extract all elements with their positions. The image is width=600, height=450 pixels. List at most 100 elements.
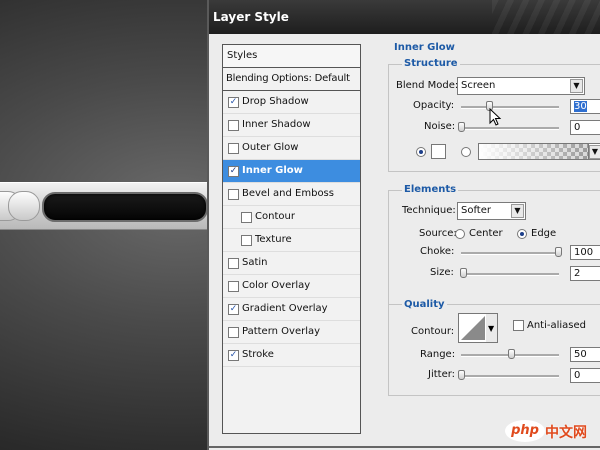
watermark-php: php	[505, 420, 545, 442]
source-center-radio[interactable]	[455, 229, 465, 239]
noise-slider-thumb[interactable]	[458, 122, 465, 132]
inner-glow-title: Inner Glow	[394, 42, 455, 53]
noise-slider-track[interactable]	[461, 127, 559, 130]
source-center-label: Center	[469, 228, 503, 239]
blend-mode-label: Blend Mode:	[396, 80, 459, 91]
noise-value: 0	[574, 122, 581, 133]
contour-linear-icon: ▼	[461, 314, 497, 342]
blend-mode-value: Screen	[461, 80, 496, 91]
size-label: Size:	[430, 267, 454, 278]
style-checkbox-stroke[interactable]: ✓	[228, 350, 239, 361]
style-checkbox-inner-glow[interactable]: ✓	[228, 166, 239, 177]
anti-aliased-checkbox[interactable]	[513, 320, 524, 331]
style-item-inner-shadow[interactable]: Inner Shadow	[223, 114, 360, 137]
chevron-down-icon: ▼	[589, 145, 600, 159]
choke-slider-thumb[interactable]	[555, 247, 562, 257]
source-edge-radio[interactable]	[517, 229, 527, 239]
contour-picker[interactable]: ▼	[458, 313, 498, 343]
blend-mode-select[interactable]: Screen ▼	[457, 77, 585, 95]
source-label: Source:	[419, 228, 457, 239]
size-input[interactable]: 2	[570, 266, 600, 281]
structure-title: Structure	[402, 58, 460, 69]
style-checkbox-pattern-overlay[interactable]	[228, 327, 239, 338]
style-item-contour[interactable]: Contour	[223, 206, 360, 229]
jitter-slider-track[interactable]	[461, 375, 559, 378]
gradient-dropdown[interactable]: ▼	[588, 143, 600, 160]
dialog-body: Styles Blending Options: Default ✓ Drop S…	[209, 34, 600, 448]
contour-label: Contour:	[411, 326, 455, 337]
style-item-gradient-overlay[interactable]: ✓ Gradient Overlay	[223, 298, 360, 321]
choke-value: 100	[574, 247, 594, 258]
style-checkbox-texture[interactable]	[241, 235, 252, 246]
jitter-value: 0	[574, 370, 581, 381]
size-slider-track[interactable]	[461, 273, 559, 276]
jitter-input[interactable]: 0	[570, 368, 600, 383]
size-slider-thumb[interactable]	[460, 268, 467, 278]
style-checkbox-satin[interactable]	[228, 258, 239, 269]
style-item-outer-glow[interactable]: Outer Glow	[223, 137, 360, 160]
glow-color-swatch[interactable]	[431, 144, 446, 159]
style-checkbox-bevel-and-emboss[interactable]	[228, 189, 239, 200]
titlebar-decoration	[492, 0, 600, 34]
style-item-label: Texture	[255, 234, 292, 245]
style-item-drop-shadow[interactable]: ✓ Drop Shadow	[223, 91, 360, 114]
gradient-picker[interactable]	[478, 143, 589, 160]
dialog-titlebar[interactable]: Layer Style	[209, 0, 600, 34]
technique-select[interactable]: Softer ▼	[457, 202, 526, 220]
artwork-pill-mid	[8, 191, 40, 221]
style-item-texture[interactable]: Texture	[223, 229, 360, 252]
style-item-label: Outer Glow	[242, 142, 299, 153]
style-item-label: Contour	[255, 211, 295, 222]
gradient-radio[interactable]	[461, 147, 471, 157]
style-item-label: Stroke	[242, 349, 274, 360]
style-item-label: Color Overlay	[242, 280, 311, 291]
style-checkbox-inner-shadow[interactable]	[228, 120, 239, 131]
style-checkbox-gradient-overlay[interactable]: ✓	[228, 304, 239, 315]
quality-title: Quality	[402, 299, 447, 310]
style-checkbox-outer-glow[interactable]	[228, 143, 239, 154]
canvas-artwork	[0, 182, 215, 230]
blending-options-item[interactable]: Blending Options: Default	[223, 68, 360, 91]
range-value: 50	[574, 349, 587, 360]
chevron-down-icon: ▼	[511, 204, 524, 218]
noise-label: Noise:	[424, 121, 456, 132]
opacity-input[interactable]: 30	[570, 99, 600, 114]
style-item-pattern-overlay[interactable]: Pattern Overlay	[223, 321, 360, 344]
technique-label: Technique:	[402, 205, 456, 216]
range-slider-thumb[interactable]	[508, 349, 515, 359]
choke-label: Choke:	[420, 246, 455, 257]
styles-header[interactable]: Styles	[223, 45, 360, 68]
jitter-slider-thumb[interactable]	[458, 370, 465, 380]
watermark-text: 中文网	[545, 425, 587, 441]
style-item-inner-glow[interactable]: ✓ Inner Glow	[223, 160, 360, 183]
dialog-title: Layer Style	[213, 10, 289, 24]
choke-slider-track[interactable]	[461, 252, 559, 255]
noise-input[interactable]: 0	[570, 120, 600, 135]
style-item-color-overlay[interactable]: Color Overlay	[223, 275, 360, 298]
layer-style-dialog: Layer Style Styles Blending Options: Def…	[207, 0, 600, 450]
choke-input[interactable]: 100	[570, 245, 600, 260]
style-item-label: Inner Shadow	[242, 119, 311, 130]
opacity-slider-track[interactable]	[461, 106, 559, 109]
style-item-satin[interactable]: Satin	[223, 252, 360, 275]
opacity-label: Opacity:	[413, 100, 455, 111]
mouse-pointer-icon	[489, 108, 502, 126]
style-checkbox-color-overlay[interactable]	[228, 281, 239, 292]
style-item-bevel-and-emboss[interactable]: Bevel and Emboss	[223, 183, 360, 206]
style-checkbox-contour[interactable]	[241, 212, 252, 223]
technique-value: Softer	[461, 205, 491, 216]
svg-text:▼: ▼	[488, 324, 495, 333]
styles-list: Styles Blending Options: Default ✓ Drop S…	[222, 44, 361, 434]
style-item-label: Pattern Overlay	[242, 326, 321, 337]
jitter-label: Jitter:	[428, 369, 456, 380]
anti-aliased-label: Anti-aliased	[527, 320, 587, 331]
range-input[interactable]: 50	[570, 347, 600, 362]
source-edge-label: Edge	[531, 228, 557, 239]
elements-title: Elements	[402, 184, 459, 195]
style-checkbox-drop-shadow[interactable]: ✓	[228, 97, 239, 108]
site-watermark-logo: php 中文网	[505, 418, 600, 446]
style-item-label: Bevel and Emboss	[242, 188, 334, 199]
style-item-stroke[interactable]: ✓ Stroke	[223, 344, 360, 367]
solid-color-radio[interactable]	[416, 147, 426, 157]
artwork-dark-slot	[42, 192, 208, 222]
